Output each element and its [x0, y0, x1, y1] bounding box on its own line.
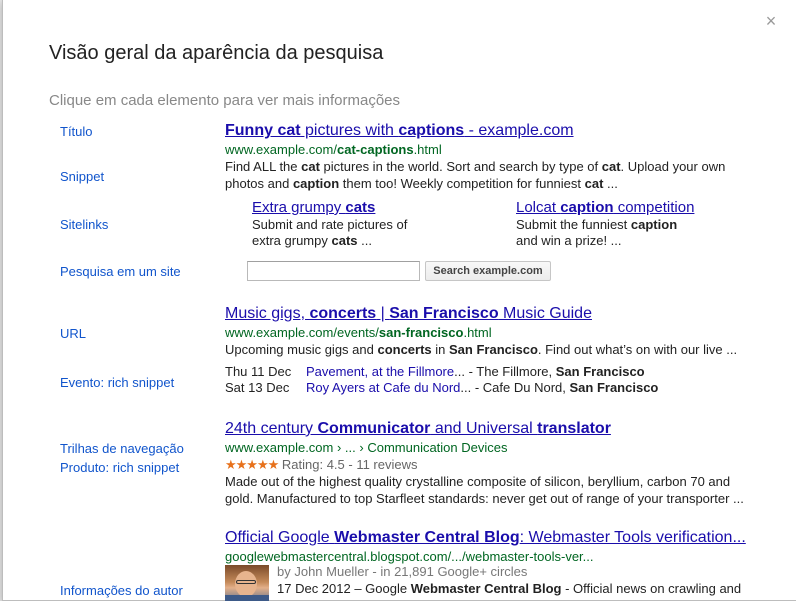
dialog-subtitle: Clique em cada elemento para ver mais in… [49, 92, 400, 109]
label-event-rich-snippet[interactable]: Evento: rich snippet [60, 375, 174, 390]
label-product-rich-snippet[interactable]: Produto: rich snippet [60, 460, 179, 475]
search-result-1: Funny cat pictures with captions - examp… [225, 121, 755, 192]
label-sitelinks[interactable]: Sitelinks [60, 217, 108, 232]
site-search-button[interactable]: Search example.com [425, 261, 551, 281]
result-url: www.example.com/cat-captions.html [225, 142, 442, 157]
result-title-link[interactable]: 24th century Communicator and Universal … [225, 419, 755, 439]
author-name-link[interactable]: John Mueller [294, 564, 368, 579]
close-icon[interactable]: × [764, 12, 778, 30]
result-snippet: Made out of the highest quality crystall… [225, 474, 744, 506]
dialog-title: Visão geral da aparência da pesquisa [49, 42, 384, 64]
author-text: by John Mueller - in 21,891 Google+ circ… [277, 563, 741, 597]
label-site-search[interactable]: Pesquisa em um site [60, 264, 181, 279]
result-snippet: Upcoming music gigs and concerts in San … [225, 342, 738, 357]
event-row: Thu 11 Dec Pavement, at the Fillmore ...… [225, 364, 658, 380]
label-breadcrumbs[interactable]: Trilhas de navegação [60, 441, 184, 456]
breadcrumb-link[interactable]: www.example.com [225, 440, 333, 455]
search-result-4: Official Google Webmaster Central Blog: … [225, 528, 755, 565]
result-url: www.example.com/events/san-francisco.htm… [225, 325, 492, 340]
search-result-2: Music gigs, concerts | San Francisco Mus… [225, 304, 755, 358]
event-date: Sat 13 Dec [225, 380, 290, 395]
sitelink-2: Lolcat caption competition Submit the fu… [516, 198, 756, 249]
result-snippet: 17 Dec 2012 – Google Webmaster Central B… [277, 581, 742, 596]
sitelink-description: Submit and rate pictures of extra grumpy … [252, 217, 408, 248]
event-link[interactable]: Roy Ayers at Cafe du Nord [306, 380, 460, 396]
product-rating: ★★★★★ Rating: 4.5 - 11 reviews [225, 457, 418, 472]
author-info: by John Mueller - in 21,891 Google+ circ… [225, 563, 755, 601]
sitelink-1: Extra grumpy cats Submit and rate pictur… [252, 198, 492, 249]
result-title-link[interactable]: Funny cat pictures with captions - examp… [225, 121, 755, 141]
event-venue: ... - The Fillmore, San Francisco [454, 364, 645, 379]
search-result-3: 24th century Communicator and Universal … [225, 419, 755, 507]
site-search-input[interactable] [247, 261, 420, 281]
label-url[interactable]: URL [60, 326, 86, 341]
star-rating-icon: ★★★★★ [225, 457, 279, 472]
result-title-link[interactable]: Music gigs, concerts | San Francisco Mus… [225, 304, 755, 324]
label-snippet[interactable]: Snippet [60, 169, 104, 184]
breadcrumb-link[interactable]: Communication Devices [367, 440, 507, 455]
sitelink-title-link[interactable]: Lolcat caption competition [516, 198, 756, 217]
sitelink-description: Submit the funniest caption and win a pri… [516, 217, 678, 248]
result-snippet: Find ALL the cat pictures in the world. … [225, 159, 726, 191]
search-appearance-dialog: × Visão geral da aparência da pesquisa C… [2, 0, 796, 601]
sitelink-title-link[interactable]: Extra grumpy cats [252, 198, 492, 217]
label-author-info[interactable]: Informações do autor [60, 583, 183, 598]
label-title[interactable]: Título [60, 124, 93, 139]
breadcrumb: www.example.com › ... › Communication De… [225, 440, 508, 455]
event-link[interactable]: Pavement, at the Fillmore [306, 364, 454, 380]
event-row: Sat 13 Dec Roy Ayers at Cafe du Nord ...… [225, 380, 658, 396]
author-byline: by John Mueller - in 21,891 Google+ circ… [277, 564, 528, 579]
event-venue: ... - Cafe Du Nord, San Francisco [460, 380, 659, 395]
author-avatar[interactable] [225, 565, 269, 601]
event-rich-snippet: Thu 11 Dec Pavement, at the Fillmore ...… [225, 364, 658, 396]
result-title-link[interactable]: Official Google Webmaster Central Blog: … [225, 528, 755, 548]
event-date: Thu 11 Dec [225, 364, 292, 379]
